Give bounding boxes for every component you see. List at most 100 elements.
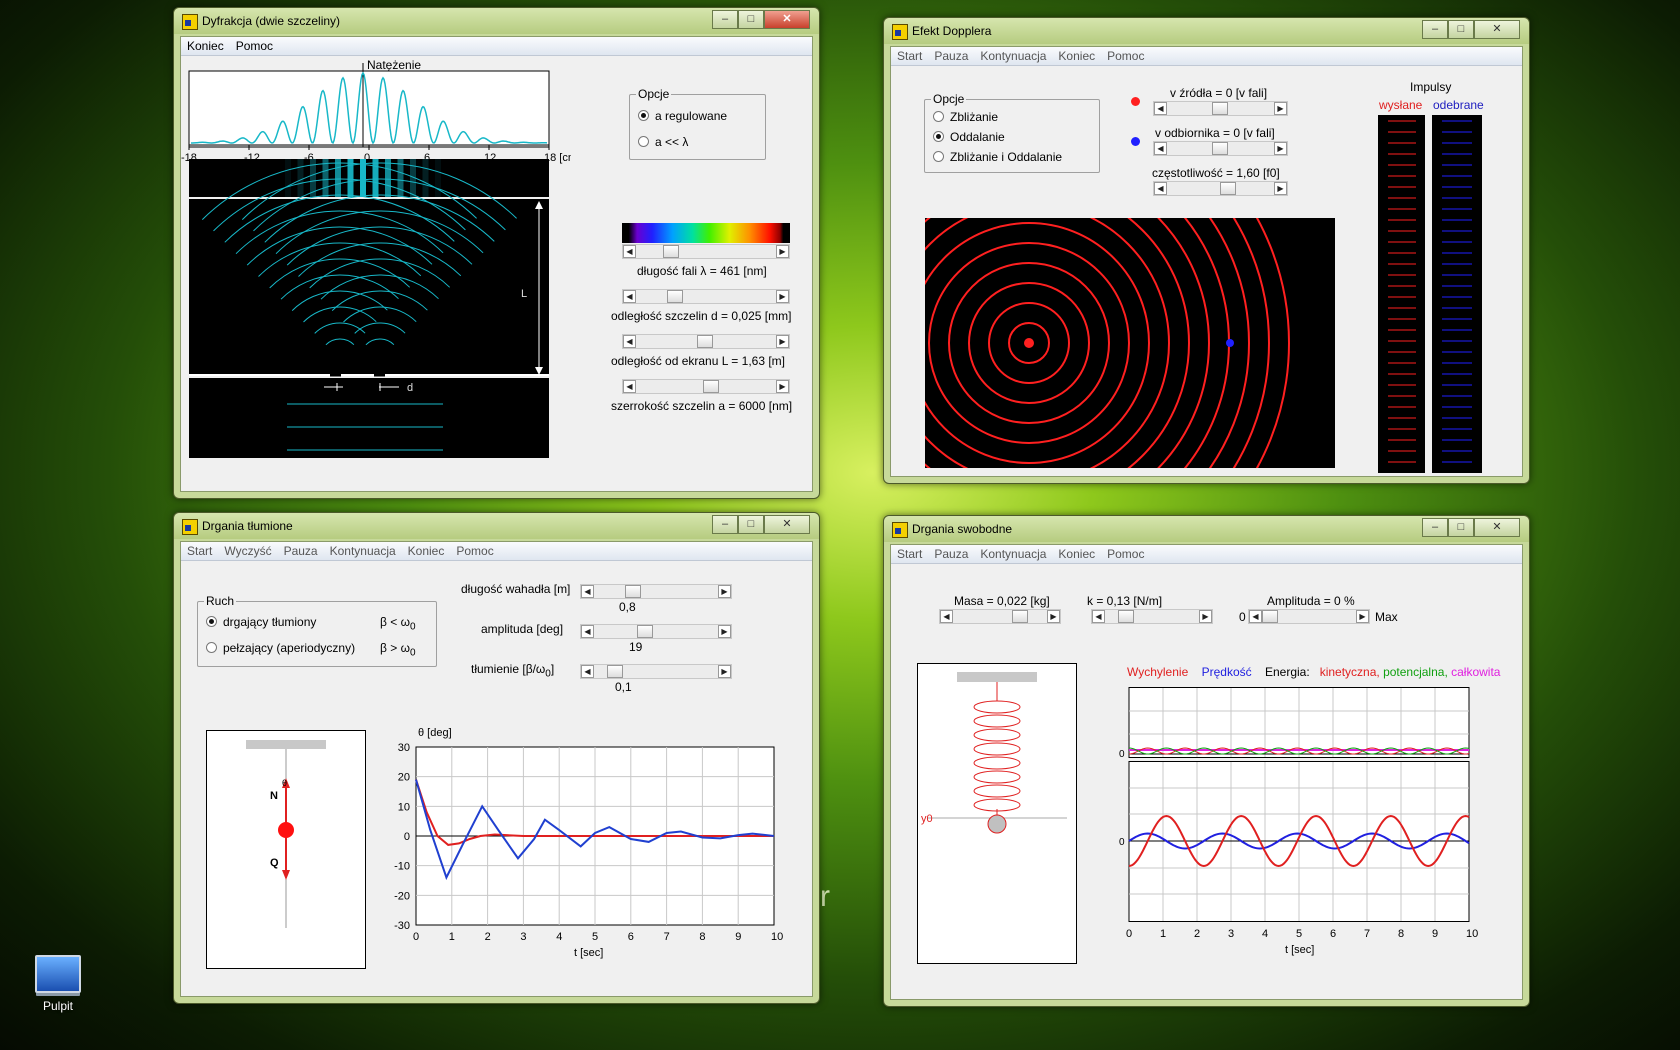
- scroll-right-icon[interactable]: ▶: [1274, 142, 1287, 155]
- close-button[interactable]: ✕: [1474, 20, 1520, 39]
- amplitude-slider[interactable]: ◀ ▶: [580, 624, 732, 639]
- scroll-right-icon[interactable]: ▶: [1274, 182, 1287, 195]
- menu-koniec[interactable]: Koniec: [402, 542, 451, 560]
- maximize-button[interactable]: □: [1448, 20, 1474, 39]
- frequency-slider[interactable]: ◀ ▶: [1153, 181, 1288, 196]
- menu-pauza[interactable]: Pauza: [928, 545, 974, 563]
- slit-distance-slider[interactable]: ◀ ▶: [622, 289, 790, 304]
- damping-slider[interactable]: ◀ ▶: [580, 664, 732, 679]
- screen-distance-slider[interactable]: ◀ ▶: [622, 334, 790, 349]
- menu-pomoc[interactable]: Pomoc: [1101, 47, 1150, 65]
- k-slider[interactable]: ◀ ▶: [1091, 609, 1213, 624]
- menu-pauza[interactable]: Pauza: [928, 47, 974, 65]
- scroll-right-icon[interactable]: ▶: [776, 335, 789, 348]
- minimize-button[interactable]: –: [712, 10, 738, 29]
- menu-start[interactable]: Start: [181, 542, 218, 560]
- scroll-right-icon[interactable]: ▶: [1047, 610, 1060, 623]
- menu-kontynuacja[interactable]: Kontynuacja: [974, 47, 1052, 65]
- maximize-button[interactable]: □: [738, 515, 764, 534]
- scroll-right-icon[interactable]: ▶: [776, 290, 789, 303]
- menu-kontynuacja[interactable]: Kontynuacja: [974, 545, 1052, 563]
- menu-koniec[interactable]: Koniec: [1052, 47, 1101, 65]
- title-bar[interactable]: Drgania swobodne – □ ✕: [884, 516, 1529, 542]
- minimize-button[interactable]: –: [1422, 20, 1448, 39]
- slit-width-slider[interactable]: ◀ ▶: [622, 379, 790, 394]
- slider-thumb[interactable]: [1118, 610, 1134, 623]
- menu-start[interactable]: Start: [891, 47, 928, 65]
- scroll-left-icon[interactable]: ◀: [1154, 182, 1167, 195]
- scroll-left-icon[interactable]: ◀: [623, 380, 636, 393]
- scroll-left-icon[interactable]: ◀: [1249, 610, 1262, 623]
- scroll-left-icon[interactable]: ◀: [623, 290, 636, 303]
- receiver-velocity-slider[interactable]: ◀ ▶: [1153, 141, 1288, 156]
- title-bar[interactable]: Dyfrakcja (dwie szczeliny) – □ ✕: [174, 8, 819, 34]
- close-button[interactable]: ✕: [1474, 518, 1520, 537]
- close-button[interactable]: ✕: [764, 515, 810, 534]
- mass-slider[interactable]: ◀ ▶: [939, 609, 1061, 624]
- radio-both[interactable]: Zbliżanie i Oddalanie: [933, 150, 1062, 164]
- menu-wyczysc[interactable]: Wyczyść: [218, 542, 277, 560]
- wavelength-slider[interactable]: ◀ ▶: [622, 244, 790, 259]
- maximize-button[interactable]: □: [738, 10, 764, 29]
- slider-thumb[interactable]: [1220, 182, 1236, 195]
- N-label: N: [270, 790, 278, 802]
- scroll-right-icon[interactable]: ▶: [718, 585, 731, 598]
- scroll-right-icon[interactable]: ▶: [1199, 610, 1212, 623]
- menu-koniec[interactable]: Koniec: [1052, 545, 1101, 563]
- menu-start[interactable]: Start: [891, 545, 928, 563]
- slider-thumb[interactable]: [625, 585, 641, 598]
- slider-thumb[interactable]: [1212, 102, 1228, 115]
- maximize-button[interactable]: □: [1448, 518, 1474, 537]
- slider-thumb[interactable]: [697, 335, 713, 348]
- scroll-left-icon[interactable]: ◀: [1154, 102, 1167, 115]
- scroll-left-icon[interactable]: ◀: [581, 665, 594, 678]
- scroll-left-icon[interactable]: ◀: [1092, 610, 1105, 623]
- radio-receding[interactable]: Oddalanie: [933, 130, 1005, 144]
- amplitude-slider[interactable]: ◀ ▶: [1248, 609, 1370, 624]
- desktop-icon-pulpit[interactable]: Pulpit: [28, 955, 88, 1013]
- source-velocity-slider[interactable]: ◀ ▶: [1153, 101, 1288, 116]
- slider-thumb[interactable]: [637, 625, 653, 638]
- scroll-right-icon[interactable]: ▶: [718, 625, 731, 638]
- scroll-left-icon[interactable]: ◀: [1154, 142, 1167, 155]
- scroll-left-icon[interactable]: ◀: [940, 610, 953, 623]
- slider-thumb[interactable]: [607, 665, 623, 678]
- menu-pauza[interactable]: Pauza: [278, 542, 324, 560]
- x-tick-label: 1: [1160, 928, 1166, 940]
- slider-thumb[interactable]: [703, 380, 719, 393]
- menu-pomoc[interactable]: Pomoc: [230, 37, 279, 55]
- title-bar[interactable]: Efekt Dopplera – □ ✕: [884, 18, 1529, 44]
- radio-approaching[interactable]: Zbliżanie: [933, 110, 998, 124]
- scroll-right-icon[interactable]: ▶: [718, 665, 731, 678]
- slider-thumb[interactable]: [1012, 610, 1028, 623]
- slider-thumb[interactable]: [1212, 142, 1228, 155]
- menu-kontynuacja[interactable]: Kontynuacja: [324, 542, 402, 560]
- scroll-left-icon[interactable]: ◀: [581, 585, 594, 598]
- close-button[interactable]: ✕: [764, 10, 810, 29]
- wavelength-label: długość fali λ = 461 [nm]: [637, 264, 767, 278]
- radio-a-regulated[interactable]: a regulowane: [638, 109, 727, 123]
- slider-thumb[interactable]: [667, 290, 683, 303]
- radio-damped[interactable]: drgający tłumiony: [206, 615, 316, 629]
- scroll-right-icon[interactable]: ▶: [1274, 102, 1287, 115]
- length-slider[interactable]: ◀ ▶: [580, 584, 732, 599]
- minimize-button[interactable]: –: [712, 515, 738, 534]
- minimize-button[interactable]: –: [1422, 518, 1448, 537]
- title-bar[interactable]: Drgania tłumione – □ ✕: [174, 513, 819, 539]
- scroll-left-icon[interactable]: ◀: [623, 245, 636, 258]
- scroll-right-icon[interactable]: ▶: [776, 245, 789, 258]
- radio-a-small[interactable]: a << λ: [638, 135, 688, 149]
- menu-koniec[interactable]: Koniec: [181, 37, 230, 55]
- x-axis-title: t [sec]: [1285, 944, 1314, 956]
- menu-pomoc[interactable]: Pomoc: [450, 542, 499, 560]
- slider-thumb[interactable]: [663, 245, 679, 258]
- amplitude-min: 0: [1239, 610, 1246, 624]
- scroll-right-icon[interactable]: ▶: [776, 380, 789, 393]
- scroll-left-icon[interactable]: ◀: [623, 335, 636, 348]
- scroll-left-icon[interactable]: ◀: [581, 625, 594, 638]
- slider-thumb[interactable]: [1262, 610, 1278, 623]
- scroll-right-icon[interactable]: ▶: [1356, 610, 1369, 623]
- menu-pomoc[interactable]: Pomoc: [1101, 545, 1150, 563]
- radio-aperiodic[interactable]: pełzający (aperiodyczny): [206, 641, 355, 655]
- radio-dot: [638, 136, 649, 147]
